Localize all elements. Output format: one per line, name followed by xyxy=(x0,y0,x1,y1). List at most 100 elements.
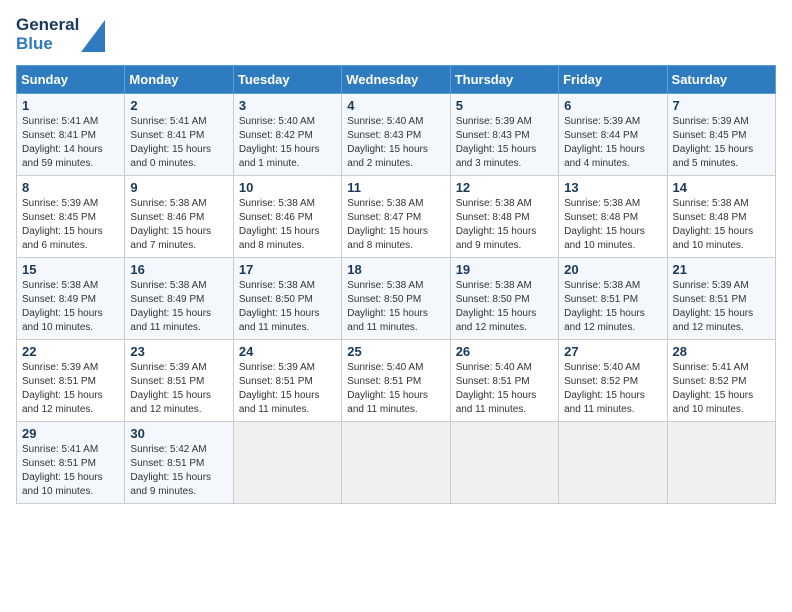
calendar-cell: 11 Sunrise: 5:38 AM Sunset: 8:47 PM Dayl… xyxy=(342,176,450,258)
day-info: Sunrise: 5:39 AM Sunset: 8:51 PM Dayligh… xyxy=(130,361,227,417)
calendar-cell: 9 Sunrise: 5:38 AM Sunset: 8:46 PM Dayli… xyxy=(125,176,233,258)
day-number: 25 xyxy=(347,344,444,359)
day-number: 26 xyxy=(456,344,553,359)
day-info: Sunrise: 5:38 AM Sunset: 8:48 PM Dayligh… xyxy=(673,197,770,253)
day-info: Sunrise: 5:38 AM Sunset: 8:48 PM Dayligh… xyxy=(456,197,553,253)
day-number: 23 xyxy=(130,344,227,359)
day-number: 16 xyxy=(130,262,227,277)
day-number: 9 xyxy=(130,180,227,195)
day-number: 4 xyxy=(347,98,444,113)
weekday-header-friday: Friday xyxy=(559,66,667,94)
day-info: Sunrise: 5:38 AM Sunset: 8:49 PM Dayligh… xyxy=(130,279,227,335)
day-number: 29 xyxy=(22,426,119,441)
page-header: General Blue xyxy=(16,16,776,53)
calendar-cell: 14 Sunrise: 5:38 AM Sunset: 8:48 PM Dayl… xyxy=(667,176,775,258)
calendar-cell: 30 Sunrise: 5:42 AM Sunset: 8:51 PM Dayl… xyxy=(125,422,233,504)
calendar-cell: 3 Sunrise: 5:40 AM Sunset: 8:42 PM Dayli… xyxy=(233,94,341,176)
calendar-cell: 13 Sunrise: 5:38 AM Sunset: 8:48 PM Dayl… xyxy=(559,176,667,258)
calendar-cell: 6 Sunrise: 5:39 AM Sunset: 8:44 PM Dayli… xyxy=(559,94,667,176)
day-number: 30 xyxy=(130,426,227,441)
day-info: Sunrise: 5:39 AM Sunset: 8:44 PM Dayligh… xyxy=(564,115,661,171)
day-number: 2 xyxy=(130,98,227,113)
calendar-cell: 23 Sunrise: 5:39 AM Sunset: 8:51 PM Dayl… xyxy=(125,340,233,422)
day-info: Sunrise: 5:38 AM Sunset: 8:46 PM Dayligh… xyxy=(239,197,336,253)
day-info: Sunrise: 5:40 AM Sunset: 8:51 PM Dayligh… xyxy=(456,361,553,417)
day-number: 22 xyxy=(22,344,119,359)
logo-combined: General Blue xyxy=(16,16,105,53)
day-number: 5 xyxy=(456,98,553,113)
weekday-header-tuesday: Tuesday xyxy=(233,66,341,94)
day-number: 21 xyxy=(673,262,770,277)
calendar-cell: 2 Sunrise: 5:41 AM Sunset: 8:41 PM Dayli… xyxy=(125,94,233,176)
calendar-cell: 8 Sunrise: 5:39 AM Sunset: 8:45 PM Dayli… xyxy=(17,176,125,258)
day-info: Sunrise: 5:40 AM Sunset: 8:51 PM Dayligh… xyxy=(347,361,444,417)
day-number: 6 xyxy=(564,98,661,113)
day-number: 18 xyxy=(347,262,444,277)
day-info: Sunrise: 5:41 AM Sunset: 8:41 PM Dayligh… xyxy=(22,115,119,171)
day-number: 11 xyxy=(347,180,444,195)
calendar-cell xyxy=(233,422,341,504)
day-number: 3 xyxy=(239,98,336,113)
weekday-header-wednesday: Wednesday xyxy=(342,66,450,94)
calendar-cell xyxy=(450,422,558,504)
day-info: Sunrise: 5:38 AM Sunset: 8:51 PM Dayligh… xyxy=(564,279,661,335)
day-number: 13 xyxy=(564,180,661,195)
day-info: Sunrise: 5:40 AM Sunset: 8:52 PM Dayligh… xyxy=(564,361,661,417)
calendar-cell xyxy=(559,422,667,504)
day-number: 14 xyxy=(673,180,770,195)
day-number: 20 xyxy=(564,262,661,277)
day-info: Sunrise: 5:40 AM Sunset: 8:42 PM Dayligh… xyxy=(239,115,336,171)
calendar-cell: 4 Sunrise: 5:40 AM Sunset: 8:43 PM Dayli… xyxy=(342,94,450,176)
day-info: Sunrise: 5:38 AM Sunset: 8:48 PM Dayligh… xyxy=(564,197,661,253)
day-info: Sunrise: 5:39 AM Sunset: 8:45 PM Dayligh… xyxy=(22,197,119,253)
day-info: Sunrise: 5:39 AM Sunset: 8:51 PM Dayligh… xyxy=(239,361,336,417)
day-info: Sunrise: 5:40 AM Sunset: 8:43 PM Dayligh… xyxy=(347,115,444,171)
calendar-table: SundayMondayTuesdayWednesdayThursdayFrid… xyxy=(16,65,776,504)
calendar-cell: 19 Sunrise: 5:38 AM Sunset: 8:50 PM Dayl… xyxy=(450,258,558,340)
calendar-cell: 28 Sunrise: 5:41 AM Sunset: 8:52 PM Dayl… xyxy=(667,340,775,422)
day-number: 17 xyxy=(239,262,336,277)
day-info: Sunrise: 5:41 AM Sunset: 8:52 PM Dayligh… xyxy=(673,361,770,417)
calendar-cell: 7 Sunrise: 5:39 AM Sunset: 8:45 PM Dayli… xyxy=(667,94,775,176)
day-info: Sunrise: 5:42 AM Sunset: 8:51 PM Dayligh… xyxy=(130,443,227,499)
calendar-cell: 29 Sunrise: 5:41 AM Sunset: 8:51 PM Dayl… xyxy=(17,422,125,504)
day-info: Sunrise: 5:38 AM Sunset: 8:46 PM Dayligh… xyxy=(130,197,227,253)
calendar-cell: 15 Sunrise: 5:38 AM Sunset: 8:49 PM Dayl… xyxy=(17,258,125,340)
day-info: Sunrise: 5:39 AM Sunset: 8:51 PM Dayligh… xyxy=(673,279,770,335)
day-number: 10 xyxy=(239,180,336,195)
weekday-header-monday: Monday xyxy=(125,66,233,94)
calendar-cell: 25 Sunrise: 5:40 AM Sunset: 8:51 PM Dayl… xyxy=(342,340,450,422)
calendar-cell: 16 Sunrise: 5:38 AM Sunset: 8:49 PM Dayl… xyxy=(125,258,233,340)
logo: General Blue xyxy=(16,16,105,53)
calendar-cell: 20 Sunrise: 5:38 AM Sunset: 8:51 PM Dayl… xyxy=(559,258,667,340)
day-info: Sunrise: 5:38 AM Sunset: 8:49 PM Dayligh… xyxy=(22,279,119,335)
day-info: Sunrise: 5:41 AM Sunset: 8:41 PM Dayligh… xyxy=(130,115,227,171)
weekday-header-thursday: Thursday xyxy=(450,66,558,94)
logo-triangle-icon xyxy=(81,20,105,52)
calendar-cell: 26 Sunrise: 5:40 AM Sunset: 8:51 PM Dayl… xyxy=(450,340,558,422)
day-number: 19 xyxy=(456,262,553,277)
day-number: 7 xyxy=(673,98,770,113)
weekday-header-sunday: Sunday xyxy=(17,66,125,94)
day-number: 15 xyxy=(22,262,119,277)
day-info: Sunrise: 5:38 AM Sunset: 8:50 PM Dayligh… xyxy=(456,279,553,335)
day-number: 24 xyxy=(239,344,336,359)
weekday-header-saturday: Saturday xyxy=(667,66,775,94)
day-number: 1 xyxy=(22,98,119,113)
calendar-cell: 24 Sunrise: 5:39 AM Sunset: 8:51 PM Dayl… xyxy=(233,340,341,422)
day-info: Sunrise: 5:38 AM Sunset: 8:47 PM Dayligh… xyxy=(347,197,444,253)
calendar-cell xyxy=(667,422,775,504)
calendar-cell: 12 Sunrise: 5:38 AM Sunset: 8:48 PM Dayl… xyxy=(450,176,558,258)
day-info: Sunrise: 5:38 AM Sunset: 8:50 PM Dayligh… xyxy=(347,279,444,335)
day-number: 8 xyxy=(22,180,119,195)
calendar-cell: 18 Sunrise: 5:38 AM Sunset: 8:50 PM Dayl… xyxy=(342,258,450,340)
calendar-cell: 22 Sunrise: 5:39 AM Sunset: 8:51 PM Dayl… xyxy=(17,340,125,422)
day-info: Sunrise: 5:41 AM Sunset: 8:51 PM Dayligh… xyxy=(22,443,119,499)
calendar-cell: 17 Sunrise: 5:38 AM Sunset: 8:50 PM Dayl… xyxy=(233,258,341,340)
calendar-cell: 1 Sunrise: 5:41 AM Sunset: 8:41 PM Dayli… xyxy=(17,94,125,176)
calendar-cell xyxy=(342,422,450,504)
day-number: 27 xyxy=(564,344,661,359)
calendar-cell: 21 Sunrise: 5:39 AM Sunset: 8:51 PM Dayl… xyxy=(667,258,775,340)
day-info: Sunrise: 5:39 AM Sunset: 8:43 PM Dayligh… xyxy=(456,115,553,171)
calendar-cell: 10 Sunrise: 5:38 AM Sunset: 8:46 PM Dayl… xyxy=(233,176,341,258)
